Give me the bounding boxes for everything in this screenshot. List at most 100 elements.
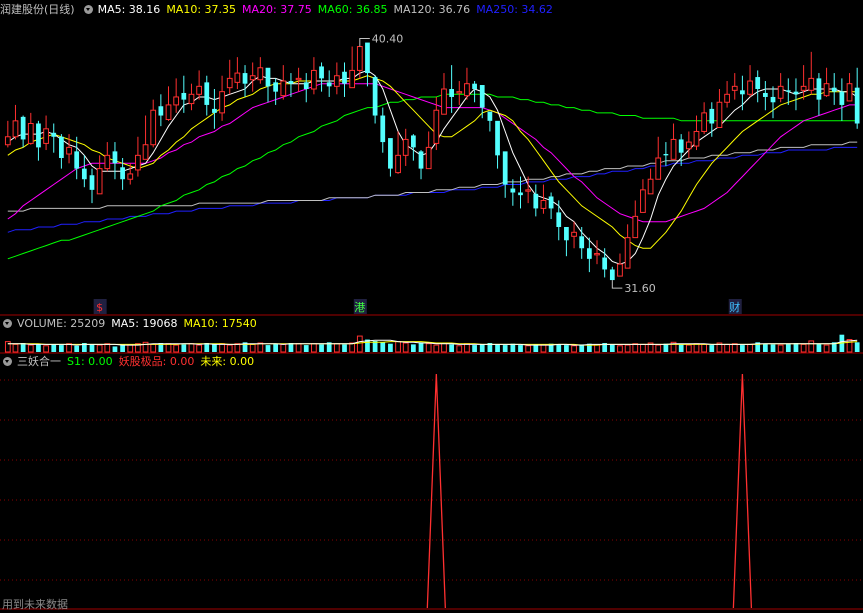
candle-body	[571, 231, 577, 237]
candle-body	[104, 154, 111, 170]
volume-bar	[823, 344, 830, 353]
legend-ma10: MA10: 37.35	[166, 3, 237, 16]
candle-body	[831, 87, 837, 92]
volume-bar	[785, 343, 791, 352]
volume-bar	[540, 344, 547, 353]
candle-body	[755, 77, 761, 89]
volume-bar	[464, 343, 470, 353]
volume-bar	[402, 342, 409, 353]
volume-bar	[571, 345, 577, 353]
candle-body	[793, 91, 799, 95]
volume-bar	[816, 343, 822, 352]
volume-bar	[150, 343, 157, 353]
candle-body	[410, 135, 416, 148]
candle-body	[823, 83, 830, 97]
candle-body	[165, 104, 172, 121]
volume-bar	[388, 343, 393, 352]
volume-bar	[724, 343, 730, 353]
volume-bar	[808, 340, 815, 353]
volume-bar	[632, 343, 639, 353]
candle-body	[709, 108, 715, 124]
candle-body	[740, 90, 745, 95]
volume-label: VOLUME: 25209	[17, 317, 106, 330]
volume-bar	[249, 343, 256, 353]
candle-body	[464, 83, 470, 97]
candle-body	[441, 88, 447, 115]
candle-body	[816, 78, 822, 100]
candle-body	[234, 72, 241, 83]
volume-bar	[173, 344, 180, 353]
candle-body	[617, 263, 623, 277]
candle-body	[12, 120, 19, 138]
candle-body	[418, 151, 424, 169]
volume-bar	[770, 344, 776, 352]
candle-body	[59, 136, 64, 158]
indicator-dropdown-icon[interactable]	[3, 357, 12, 366]
candle-body	[502, 151, 508, 185]
volume-bar	[188, 343, 195, 353]
candle-body	[777, 85, 784, 99]
volume-bar	[36, 343, 41, 352]
candle-body	[647, 178, 654, 195]
volume-bar	[731, 343, 738, 353]
volume-bar	[303, 345, 309, 352]
volume-bar	[212, 344, 217, 352]
candle-body	[724, 93, 730, 103]
candle-body	[365, 42, 370, 74]
volume-bar	[59, 345, 64, 352]
candle-body	[356, 46, 363, 71]
volume-bar	[425, 343, 432, 353]
volume-bar	[395, 341, 401, 353]
candle-body	[20, 116, 26, 140]
event-marker: 财	[729, 300, 740, 314]
dropdown-icon[interactable]	[83, 5, 93, 14]
volume-bar	[525, 345, 532, 353]
volume-ma5: MA5: 19068	[111, 317, 178, 330]
candle-body	[685, 141, 692, 150]
candle-body	[449, 89, 455, 97]
volume-bar	[4, 341, 11, 353]
candle-body	[311, 69, 317, 90]
volume-bar	[12, 343, 19, 353]
volume-dropdown-icon[interactable]	[3, 319, 12, 328]
volume-bar	[564, 345, 569, 352]
indicator-name: 三妖合一	[17, 355, 61, 368]
candle-body	[333, 75, 340, 87]
candle-body	[624, 237, 631, 269]
candle-body	[479, 85, 485, 108]
indicator-spike	[426, 373, 446, 609]
volume-bar	[609, 344, 615, 352]
volume-bar	[380, 342, 386, 352]
candle-body	[388, 138, 393, 169]
candle-body	[716, 101, 723, 128]
indicator-legend: 三妖合一 S1: 0.00 妖股极品: 0.00 未来: 0.00	[0, 354, 260, 370]
volume-bar	[181, 344, 187, 352]
volume-bar	[356, 335, 363, 353]
candle-body	[288, 81, 294, 84]
candle-body	[402, 138, 409, 156]
candle-body	[525, 189, 532, 192]
volume-bar	[319, 344, 324, 352]
candle-body	[242, 73, 248, 84]
indicator-yaoguji: 妖股极品: 0.00	[118, 355, 195, 368]
low-price-label: 31.60	[624, 282, 656, 295]
volume-bar	[234, 343, 241, 353]
high-price-label: 40.40	[372, 33, 404, 46]
volume-bar	[280, 343, 287, 353]
candle-body	[472, 83, 477, 89]
volume-bar	[51, 344, 57, 352]
volume-bar	[219, 343, 225, 353]
stock-name: 润建股份(日线)	[0, 3, 75, 16]
legend-ma60: MA60: 36.85	[317, 3, 388, 16]
event-marker: $	[96, 301, 103, 314]
volume-bar	[709, 345, 715, 352]
indicator-spike	[732, 373, 753, 609]
volume-bar	[112, 346, 118, 352]
volume-bar	[762, 343, 768, 352]
candle-body	[135, 154, 141, 171]
candle-body	[548, 196, 554, 209]
candle-body	[663, 154, 669, 156]
candle-body	[142, 144, 149, 160]
candle-body	[678, 139, 684, 153]
volume-bar	[800, 343, 807, 353]
